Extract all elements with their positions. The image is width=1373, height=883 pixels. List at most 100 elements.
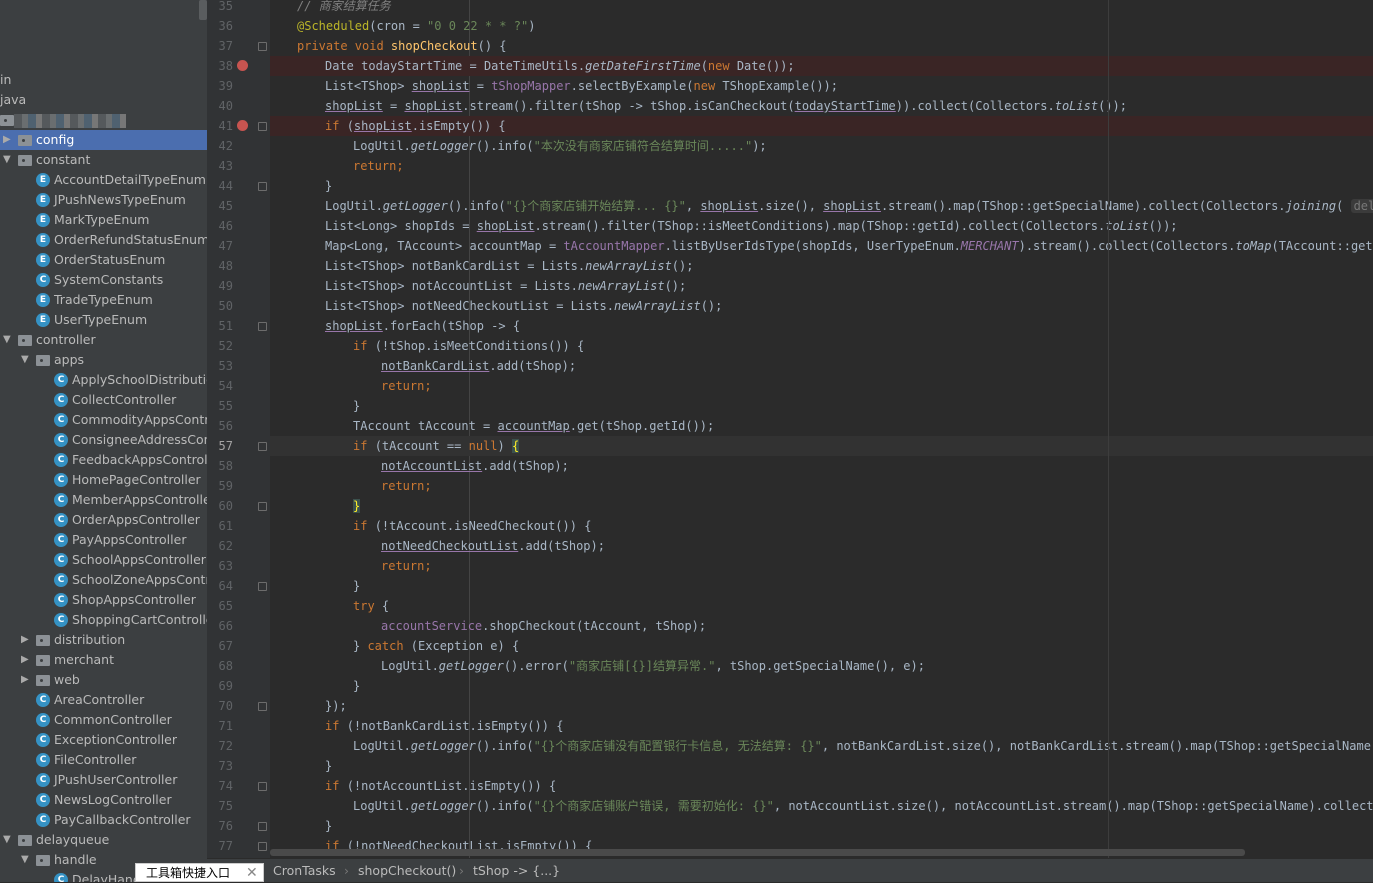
code-line[interactable]: if (!tAccount.isNeedCheckout()) { (270, 516, 1373, 536)
horizontal-scrollbar[interactable] (270, 849, 1245, 856)
fold-marker-icon[interactable] (258, 442, 267, 451)
tree-item[interactable]: C OrderAppsController (0, 510, 207, 530)
tree-item[interactable]: C PayAppsController (0, 530, 207, 550)
code-line[interactable]: return; (270, 156, 1373, 176)
fold-marker-icon[interactable] (258, 782, 267, 791)
breadcrumb-class[interactable]: CronTasks (273, 859, 336, 883)
tree-item[interactable]: C FileController (0, 750, 207, 770)
tree-item[interactable]: C MemberAppsController (0, 490, 207, 510)
tree-item[interactable]: ▶ distribution (0, 630, 207, 650)
tree-item[interactable]: java (0, 90, 207, 110)
code-line[interactable]: } (270, 396, 1373, 416)
code-line[interactable]: List<TShop> notNeedCheckoutList = Lists.… (270, 296, 1373, 316)
fold-marker-icon[interactable] (258, 502, 267, 511)
tree-item[interactable]: C ApplySchoolDistribution (0, 370, 207, 390)
code-line[interactable]: LogUtil.getLogger().info("本次没有商家店铺符合结算时间… (270, 136, 1373, 156)
expand-arrow-icon[interactable]: ▼ (3, 830, 15, 850)
code-line[interactable]: TAccount tAccount = accountMap.get(tShop… (270, 416, 1373, 436)
tree-item[interactable]: C ShoppingCartController (0, 610, 207, 630)
tree-item[interactable]: ▼ controller (0, 330, 207, 350)
code-line[interactable]: LogUtil.getLogger().error("商家店铺[{}]结算异常.… (270, 656, 1373, 676)
code-line[interactable]: if (!notAccountList.isEmpty()) { (270, 776, 1373, 796)
code-line[interactable]: notNeedCheckoutList.add(tShop); (270, 536, 1373, 556)
code-line[interactable]: } (270, 676, 1373, 696)
code-line[interactable]: Date todayStartTime = DateTimeUtils.getD… (270, 56, 1373, 76)
close-icon[interactable]: ✕ (246, 864, 258, 883)
tree-item[interactable]: ▼ apps (0, 350, 207, 370)
code-line[interactable]: } catch (Exception e) { (270, 636, 1373, 656)
fold-marker-icon[interactable] (258, 182, 267, 191)
code-line[interactable]: LogUtil.getLogger().info("{}个商家店铺没有配置银行卡… (270, 736, 1373, 756)
code-line[interactable]: LogUtil.getLogger().info("{}个商家店铺账户错误, 需… (270, 796, 1373, 816)
tree-item[interactable]: E UserTypeEnum (0, 310, 207, 330)
code-line[interactable]: List<TShop> notBankCardList = Lists.newA… (270, 256, 1373, 276)
code-line[interactable]: List<TShop> shopList = tShopMapper.selec… (270, 76, 1373, 96)
fold-marker-icon[interactable] (258, 122, 267, 131)
tree-item[interactable]: ▼ constant (0, 150, 207, 170)
code-line[interactable]: } (270, 496, 1373, 516)
code-line[interactable]: List<TShop> notAccountList = Lists.newAr… (270, 276, 1373, 296)
fold-marker-icon[interactable] (258, 702, 267, 711)
code-line[interactable]: if (!notBankCardList.isEmpty()) { (270, 716, 1373, 736)
tree-item[interactable]: E JPushNewsTypeEnum (0, 190, 207, 210)
sidebar-scrollbar[interactable] (199, 0, 207, 20)
toolbox-popup[interactable]: 工具箱快捷入口 ✕ (135, 863, 264, 882)
code-line[interactable]: accountService.shopCheckout(tAccount, tS… (270, 616, 1373, 636)
tree-item[interactable]: C CommonController (0, 710, 207, 730)
tree-item[interactable]: C NewsLogController (0, 790, 207, 810)
tree-item[interactable]: ▼ delayqueue (0, 830, 207, 850)
breadcrumb-method[interactable]: shopCheckout() (358, 859, 456, 883)
expand-arrow-icon[interactable]: ▼ (21, 350, 33, 370)
code-line[interactable]: private void shopCheckout() { (270, 36, 1373, 56)
code-line[interactable]: } (270, 756, 1373, 776)
fold-marker-icon[interactable] (258, 822, 267, 831)
fold-marker-icon[interactable] (258, 842, 267, 851)
tree-item[interactable]: in (0, 70, 207, 90)
code-line[interactable]: // 商家结算任务 (270, 0, 1373, 16)
tree-item[interactable]: E OrderStatusEnum (0, 250, 207, 270)
tree-item[interactable]: C AreaController (0, 690, 207, 710)
tree-item[interactable]: C CollectController (0, 390, 207, 410)
tree-item[interactable]: C FeedbackAppsControlle (0, 450, 207, 470)
tree-item[interactable]: C SchoolAppsController (0, 550, 207, 570)
collapse-arrow-icon[interactable]: ▶ (3, 130, 15, 150)
code-line[interactable]: notAccountList.add(tShop); (270, 456, 1373, 476)
collapse-arrow-icon[interactable]: ▶ (21, 670, 33, 690)
tree-item[interactable]: C PayCallbackController (0, 810, 207, 830)
tree-item[interactable]: C ExceptionController (0, 730, 207, 750)
code-line[interactable]: @Scheduled(cron = "0 0 22 * * ?") (270, 16, 1373, 36)
collapse-arrow-icon[interactable]: ▶ (21, 650, 33, 670)
code-line[interactable]: } (270, 576, 1373, 596)
tree-item[interactable]: E MarkTypeEnum (0, 210, 207, 230)
breadcrumb-lambda[interactable]: tShop -> {...} (473, 859, 560, 883)
tree-item[interactable]: C ConsigneeAddressCont (0, 430, 207, 450)
tree-item[interactable]: E AccountDetailTypeEnum (0, 170, 207, 190)
code-line[interactable]: shopList.forEach(tShop -> { (270, 316, 1373, 336)
breakpoint-icon[interactable] (237, 120, 248, 131)
code-line[interactable]: Map<Long, TAccount> accountMap = tAccoun… (270, 236, 1373, 256)
code-line[interactable]: if (tAccount == null) { (270, 436, 1373, 456)
fold-marker-icon[interactable] (258, 582, 267, 591)
tree-item[interactable]: E TradeTypeEnum (0, 290, 207, 310)
expand-arrow-icon[interactable]: ▼ (3, 150, 15, 170)
expand-arrow-icon[interactable]: ▼ (21, 850, 33, 870)
tree-item[interactable] (0, 110, 207, 130)
fold-marker-icon[interactable] (258, 42, 267, 51)
collapse-arrow-icon[interactable]: ▶ (21, 630, 33, 650)
tree-item[interactable]: C JPushUserController (0, 770, 207, 790)
tree-item[interactable]: C HomePageController (0, 470, 207, 490)
code-line[interactable]: LogUtil.getLogger().info("{}个商家店铺开始结算...… (270, 196, 1373, 216)
tree-item[interactable]: E OrderRefundStatusEnum (0, 230, 207, 250)
code-line[interactable]: }); (270, 696, 1373, 716)
tree-item[interactable]: ▶ config (0, 130, 207, 150)
code-line[interactable]: if (!tShop.isMeetConditions()) { (270, 336, 1373, 356)
tree-item[interactable]: C SchoolZoneAppsContro (0, 570, 207, 590)
tree-item[interactable]: C CommodityAppsContro (0, 410, 207, 430)
code-line[interactable]: try { (270, 596, 1373, 616)
code-line[interactable]: return; (270, 556, 1373, 576)
code-line[interactable]: List<Long> shopIds = shopList.stream().f… (270, 216, 1373, 236)
code-line[interactable]: return; (270, 376, 1373, 396)
code-line[interactable]: return; (270, 476, 1373, 496)
tree-item[interactable]: ▶ merchant (0, 650, 207, 670)
code-line[interactable]: shopList = shopList.stream().filter(tSho… (270, 96, 1373, 116)
